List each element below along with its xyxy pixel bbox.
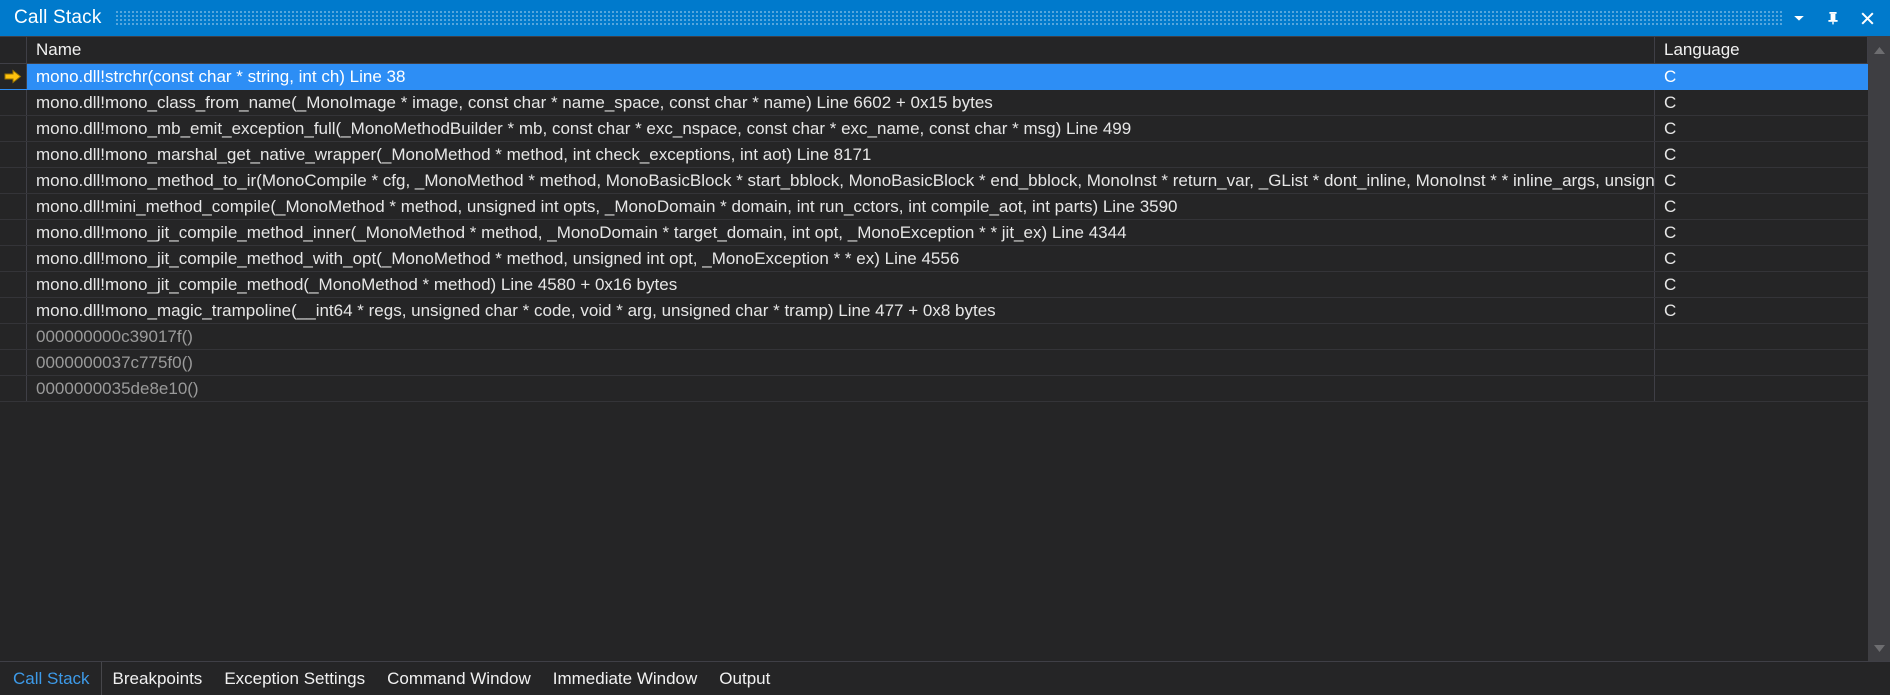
table-row[interactable]: 000000000c39017f() [0, 324, 1868, 350]
row-cell-name[interactable]: mono.dll!mono_marshal_get_native_wrapper… [27, 142, 1655, 167]
grid-empty-area [0, 531, 1868, 661]
pin-icon[interactable] [1816, 3, 1850, 33]
tab-call-stack[interactable]: Call Stack [2, 662, 102, 695]
tool-window-titlebar: Call Stack [0, 0, 1890, 36]
chevron-down-icon[interactable] [1782, 3, 1816, 33]
row-cell-language[interactable] [1655, 350, 1868, 375]
call-stack-grid-area: Name Language mono.dll!strchr(const char… [0, 36, 1890, 661]
tab-output[interactable]: Output [708, 662, 781, 695]
call-stack-grid[interactable]: Name Language mono.dll!strchr(const char… [0, 37, 1868, 661]
tool-window-title: Call Stack [14, 7, 102, 28]
row-marker-gutter[interactable] [0, 246, 27, 271]
tab-exception-settings[interactable]: Exception Settings [213, 662, 376, 695]
table-row[interactable]: mono.dll!strchr(const char * string, int… [0, 64, 1868, 90]
row-cell-language[interactable]: C [1655, 298, 1868, 323]
column-header-name[interactable]: Name [27, 37, 1655, 63]
row-cell-name[interactable]: mono.dll!mono_class_from_name(_MonoImage… [27, 90, 1655, 115]
row-cell-language[interactable]: C [1655, 272, 1868, 297]
table-row[interactable]: mono.dll!mono_jit_compile_method(_MonoMe… [0, 272, 1868, 298]
tab-breakpoints[interactable]: Breakpoints [102, 662, 214, 695]
row-cell-name[interactable]: mono.dll!mono_method_to_ir(MonoCompile *… [27, 168, 1655, 193]
table-row[interactable]: mono.dll!mono_method_to_ir(MonoCompile *… [0, 168, 1868, 194]
tab-immediate-window[interactable]: Immediate Window [542, 662, 709, 695]
titlebar-drag-grip[interactable] [115, 10, 1782, 27]
row-marker-gutter[interactable] [0, 168, 27, 193]
column-header-name-label: Name [36, 40, 82, 59]
column-header-language-label: Language [1664, 40, 1740, 59]
row-cell-language[interactable] [1655, 324, 1868, 349]
row-cell-name[interactable]: mono.dll!mini_method_compile(_MonoMethod… [27, 194, 1655, 219]
row-cell-language[interactable]: C [1655, 220, 1868, 245]
row-marker-gutter[interactable] [0, 220, 27, 245]
table-row[interactable]: mono.dll!mono_jit_compile_method_with_op… [0, 246, 1868, 272]
row-marker-gutter[interactable] [0, 64, 27, 89]
row-marker-gutter[interactable] [0, 116, 27, 141]
scroll-down-icon[interactable] [1868, 639, 1890, 657]
row-cell-language[interactable] [1655, 376, 1868, 401]
row-marker-gutter[interactable] [0, 142, 27, 167]
table-row[interactable]: mono.dll!mono_jit_compile_method_inner(_… [0, 220, 1868, 246]
row-cell-name[interactable]: mono.dll!mono_jit_compile_method(_MonoMe… [27, 272, 1655, 297]
row-marker-gutter[interactable] [0, 324, 27, 349]
tab-command-window[interactable]: Command Window [376, 662, 542, 695]
current-line-arrow-icon [4, 69, 22, 84]
table-row[interactable]: mono.dll!mini_method_compile(_MonoMethod… [0, 194, 1868, 220]
grid-header-row: Name Language [0, 37, 1868, 64]
tab-label: Breakpoints [112, 668, 203, 688]
row-cell-name[interactable]: mono.dll!strchr(const char * string, int… [27, 64, 1655, 89]
row-cell-name[interactable]: mono.dll!mono_magic_trampoline(__int64 *… [27, 298, 1655, 323]
row-cell-language[interactable]: C [1655, 90, 1868, 115]
row-cell-language[interactable]: C [1655, 64, 1868, 89]
column-header-language[interactable]: Language [1655, 37, 1868, 63]
row-cell-name[interactable]: 0000000035de8e10() [27, 376, 1655, 401]
scroll-up-icon[interactable] [1868, 41, 1890, 59]
row-marker-gutter[interactable] [0, 298, 27, 323]
table-row[interactable]: 0000000037c775f0() [0, 350, 1868, 376]
row-cell-name[interactable]: mono.dll!mono_jit_compile_method_with_op… [27, 246, 1655, 271]
grid-rows: mono.dll!strchr(const char * string, int… [0, 64, 1868, 532]
bottom-tab-bar: Call Stack Breakpoints Exception Settings C… [0, 661, 1890, 695]
row-cell-name[interactable]: mono.dll!mono_jit_compile_method_inner(_… [27, 220, 1655, 245]
tab-label: Call Stack [13, 668, 90, 688]
grid-header-gutter [0, 37, 27, 63]
row-cell-name[interactable]: mono.dll!mono_mb_emit_exception_full(_Mo… [27, 116, 1655, 141]
table-row[interactable]: mono.dll!mono_marshal_get_native_wrapper… [0, 142, 1868, 168]
row-marker-gutter[interactable] [0, 194, 27, 219]
row-cell-language[interactable]: C [1655, 116, 1868, 141]
row-cell-language[interactable]: C [1655, 246, 1868, 271]
tab-label: Output [719, 668, 771, 688]
close-icon[interactable] [1850, 3, 1884, 33]
call-stack-tool-window: Call Stack Name Language mono.dll!strchr… [0, 0, 1890, 695]
row-cell-language[interactable]: C [1655, 168, 1868, 193]
tab-label: Immediate Window [552, 668, 698, 688]
row-marker-gutter[interactable] [0, 272, 27, 297]
scrollbar-track[interactable] [1868, 59, 1890, 639]
table-row[interactable]: mono.dll!mono_magic_trampoline(__int64 *… [0, 298, 1868, 324]
tab-label: Exception Settings [224, 668, 366, 688]
vertical-scrollbar[interactable] [1868, 37, 1890, 661]
row-cell-language[interactable]: C [1655, 194, 1868, 219]
table-row[interactable]: mono.dll!mono_mb_emit_exception_full(_Mo… [0, 116, 1868, 142]
table-row[interactable]: mono.dll!mono_class_from_name(_MonoImage… [0, 90, 1868, 116]
row-marker-gutter[interactable] [0, 350, 27, 375]
row-marker-gutter[interactable] [0, 90, 27, 115]
row-cell-language[interactable]: C [1655, 142, 1868, 167]
row-cell-name[interactable]: 000000000c39017f() [27, 324, 1655, 349]
row-cell-name[interactable]: 0000000037c775f0() [27, 350, 1655, 375]
table-row[interactable]: 0000000035de8e10() [0, 376, 1868, 402]
row-marker-gutter[interactable] [0, 376, 27, 401]
tab-label: Command Window [387, 668, 531, 688]
